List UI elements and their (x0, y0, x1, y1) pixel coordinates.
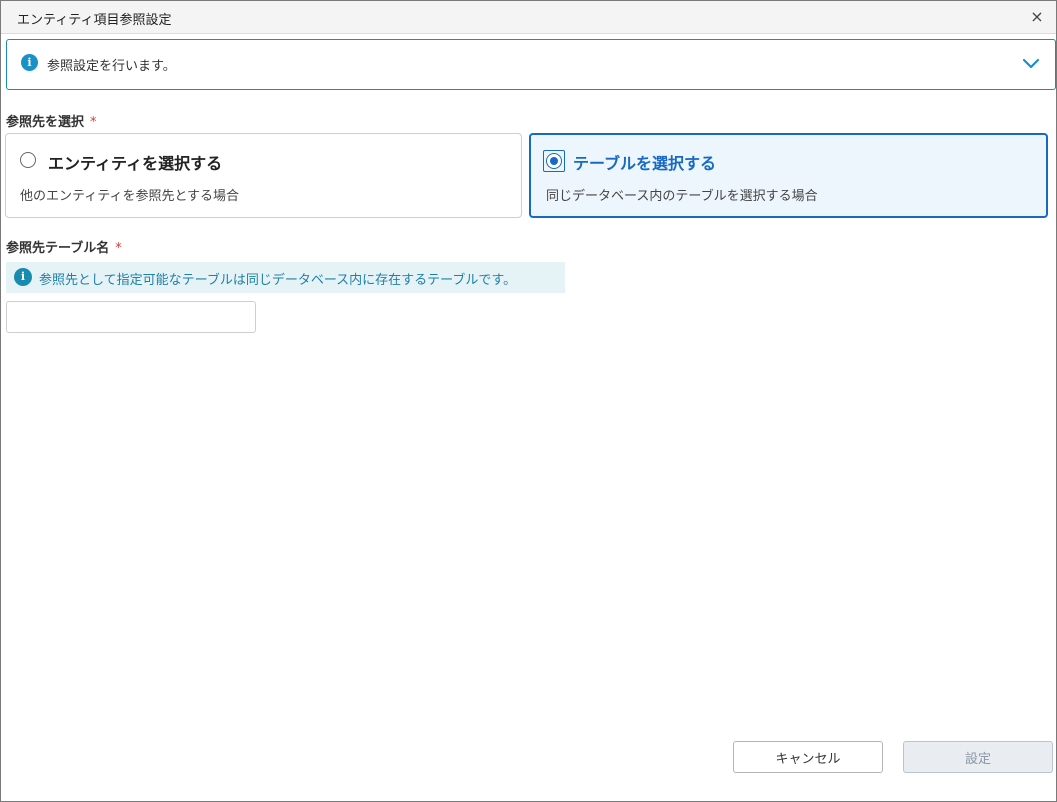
radio-button-table[interactable] (546, 153, 562, 169)
radio-button-entity[interactable] (20, 152, 36, 168)
radio-selected-dot (550, 157, 558, 165)
info-panel-message: 参照設定を行います。 (47, 59, 176, 74)
dialog-titlebar: エンティティ項目参照設定 × (1, 1, 1056, 34)
hint-text: 参照先として指定可能なテーブルは同じデータベース内に存在するテーブルです。 (39, 273, 517, 288)
reference-table-label: 参照先テーブル名 * (6, 241, 122, 256)
required-mark: * (115, 241, 122, 256)
info-icon: i (14, 268, 32, 286)
cancel-button[interactable]: キャンセル (733, 741, 883, 773)
option-card-table[interactable]: テーブルを選択する 同じデータベース内のテーブルを選択する場合 (529, 133, 1048, 218)
submit-button[interactable]: 設定 (903, 741, 1053, 773)
close-icon[interactable]: × (1026, 6, 1048, 28)
option-card-entity[interactable]: エンティティを選択する 他のエンティティを参照先とする場合 (5, 133, 522, 218)
reference-settings-dialog: エンティティ項目参照設定 × i 参照設定を行います。 参照先を選択 * エンティ… (0, 0, 1057, 802)
dialog-title: エンティティ項目参照設定 (17, 13, 172, 28)
option-title-entity: エンティティを選択する (48, 154, 223, 173)
radio-focus-ring (543, 150, 565, 172)
option-title-table: テーブルを選択する (573, 154, 717, 173)
info-panel[interactable]: i 参照設定を行います。 (6, 39, 1056, 90)
chevron-down-icon[interactable] (1021, 53, 1041, 73)
table-name-input[interactable] (6, 301, 256, 333)
option-description-table: 同じデータベース内のテーブルを選択する場合 (546, 189, 818, 204)
reference-target-label: 参照先を選択 * (6, 115, 97, 130)
option-description-entity: 他のエンティティを参照先とする場合 (20, 189, 240, 204)
hint-bar: i 参照先として指定可能なテーブルは同じデータベース内に存在するテーブルです。 (6, 262, 565, 293)
info-icon: i (21, 54, 38, 71)
required-mark: * (90, 115, 97, 130)
